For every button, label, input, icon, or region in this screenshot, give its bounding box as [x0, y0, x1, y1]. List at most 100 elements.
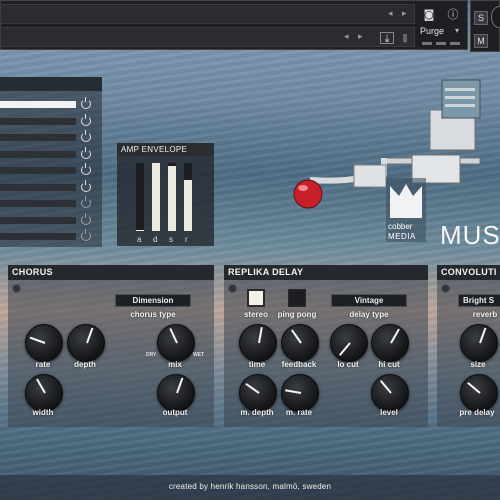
- delay-level-label: level: [380, 408, 398, 417]
- power-icon[interactable]: [81, 229, 91, 241]
- reverb-size-knob[interactable]: [460, 324, 498, 362]
- ping-pong-toggle[interactable]: [288, 289, 306, 307]
- articulation-slider[interactable]: [0, 117, 76, 125]
- articulation-slider[interactable]: [0, 150, 76, 158]
- ping-pong-label: ping pong: [277, 310, 317, 319]
- power-icon[interactable]: [81, 196, 91, 208]
- stereo-label: stereo: [243, 310, 268, 319]
- power-icon[interactable]: [81, 113, 91, 126]
- delay-time-label: time: [248, 360, 266, 369]
- level-meter: [450, 42, 460, 45]
- delay-m-depth-label: m. depth: [240, 408, 274, 417]
- info-icon[interactable]: ⓘ: [446, 9, 460, 21]
- delay-title: REPLIKA DELAY: [224, 265, 428, 280]
- delay-type-select[interactable]: Vintage: [331, 294, 407, 307]
- chorus-depth-label: depth: [74, 360, 96, 369]
- envelope-fill-d: [152, 163, 160, 231]
- prev-preset-icon[interactable]: ◂: [344, 32, 349, 42]
- envelope-slider-a[interactable]: [136, 163, 144, 231]
- logo-line-1: cobber: [388, 222, 413, 231]
- purge-menu[interactable]: Purge: [420, 26, 444, 36]
- chorus-rate-knob[interactable]: [25, 324, 63, 362]
- chorus-depth-knob[interactable]: [67, 324, 105, 362]
- envelope-fill-r: [184, 180, 192, 231]
- power-icon[interactable]: [81, 97, 91, 109]
- chorus-rate-label: rate: [35, 360, 51, 369]
- chorus-output-label: output: [162, 408, 188, 417]
- chorus-power-led[interactable]: [12, 284, 21, 293]
- chorus-title: CHORUS: [8, 265, 214, 280]
- delay-m-rate-label: m. rate: [285, 408, 313, 417]
- mute-button[interactable]: M: [474, 34, 488, 48]
- delay-lo-cut-knob[interactable]: [330, 324, 368, 362]
- delay-type-label: delay type: [349, 310, 389, 319]
- delay-hi-cut-knob[interactable]: [371, 324, 409, 362]
- mix-wet-label: WET: [193, 352, 205, 358]
- envelope-label-a: a: [137, 235, 142, 244]
- articulation-slider[interactable]: [0, 101, 76, 108]
- preset-field[interactable]: [0, 27, 415, 47]
- reverb-pre-delay-label: pre delay: [459, 408, 495, 417]
- delay-m-depth-knob[interactable]: [239, 374, 277, 412]
- envelope-label-s: s: [169, 235, 173, 244]
- delay-m-rate-knob[interactable]: [281, 374, 319, 412]
- power-icon[interactable]: [81, 130, 91, 142]
- delay-feedback-knob[interactable]: [281, 324, 319, 362]
- delay-power-led[interactable]: [228, 284, 237, 293]
- chorus-output-knob[interactable]: [157, 374, 195, 412]
- reverb-type-select[interactable]: Bright S: [458, 294, 500, 307]
- save-icon[interactable]: ⤓: [380, 32, 394, 45]
- camera-icon[interactable]: ◙: [422, 9, 436, 21]
- level-meter: [422, 42, 432, 45]
- chorus-width-label: width: [32, 408, 54, 417]
- chorus-type-select[interactable]: Dimension: [115, 294, 191, 307]
- solo-button[interactable]: S: [474, 11, 488, 25]
- instrument-title: MUSI: [440, 220, 500, 250]
- articulation-slider[interactable]: [0, 233, 76, 240]
- chorus-mix-label: mix: [168, 360, 182, 369]
- prev-instrument-icon[interactable]: ◂: [388, 9, 393, 19]
- logo-line-2: MEDIA: [388, 232, 416, 241]
- power-icon[interactable]: [81, 146, 91, 159]
- level-meter: [436, 42, 446, 45]
- articulation-slider[interactable]: [0, 134, 76, 141]
- chorus-type-label: chorus type: [130, 310, 176, 319]
- next-preset-icon[interactable]: ▸: [358, 32, 363, 42]
- envelope-fill-a: [136, 230, 144, 231]
- power-icon[interactable]: [81, 212, 91, 225]
- articulation-slider[interactable]: [0, 183, 76, 191]
- power-icon[interactable]: [81, 179, 91, 192]
- envelope-slider-r[interactable]: [184, 163, 192, 231]
- chevron-down-icon[interactable]: ▾: [455, 26, 459, 35]
- delete-icon[interactable]: ▮: [398, 32, 412, 44]
- footer-credit: created by henrik hansson, malmö, sweden: [168, 482, 332, 491]
- envelope-slider-d[interactable]: [152, 163, 160, 231]
- instrument-title-field[interactable]: [0, 4, 415, 24]
- envelope-slider-s[interactable]: [168, 163, 176, 231]
- next-instrument-icon[interactable]: ▸: [402, 9, 407, 19]
- envelope-label-d: d: [153, 235, 158, 244]
- tune-knob[interactable]: [491, 6, 500, 28]
- delay-time-knob[interactable]: [239, 324, 277, 362]
- delay-hi-cut-label: hi cut: [378, 360, 400, 369]
- chorus-width-knob[interactable]: [25, 374, 63, 412]
- reverb-size-label: size: [470, 360, 486, 369]
- stereo-toggle[interactable]: [247, 289, 265, 307]
- reverb-pre-delay-knob[interactable]: [460, 374, 498, 412]
- articulation-slider[interactable]: [0, 167, 76, 174]
- amp-envelope-title: AMP ENVELOPE: [117, 143, 214, 156]
- articulation-slider[interactable]: [0, 216, 76, 224]
- delay-lo-cut-label: lo cut: [337, 360, 359, 369]
- convolution-title: CONVOLUTI: [437, 265, 500, 280]
- reverb-type-label: reverb: [472, 310, 498, 319]
- amp-envelope-panel: [117, 143, 214, 246]
- envelope-fill-s: [168, 166, 176, 231]
- chorus-mix-knob[interactable]: [157, 324, 195, 362]
- delay-level-knob[interactable]: [371, 374, 409, 412]
- power-icon[interactable]: [81, 163, 91, 175]
- articulation-panel-header: [0, 77, 102, 91]
- mix-dry-label: DRY: [146, 352, 157, 358]
- convolution-power-led[interactable]: [441, 284, 450, 293]
- envelope-label-r: r: [185, 235, 188, 244]
- articulation-slider[interactable]: [0, 200, 76, 207]
